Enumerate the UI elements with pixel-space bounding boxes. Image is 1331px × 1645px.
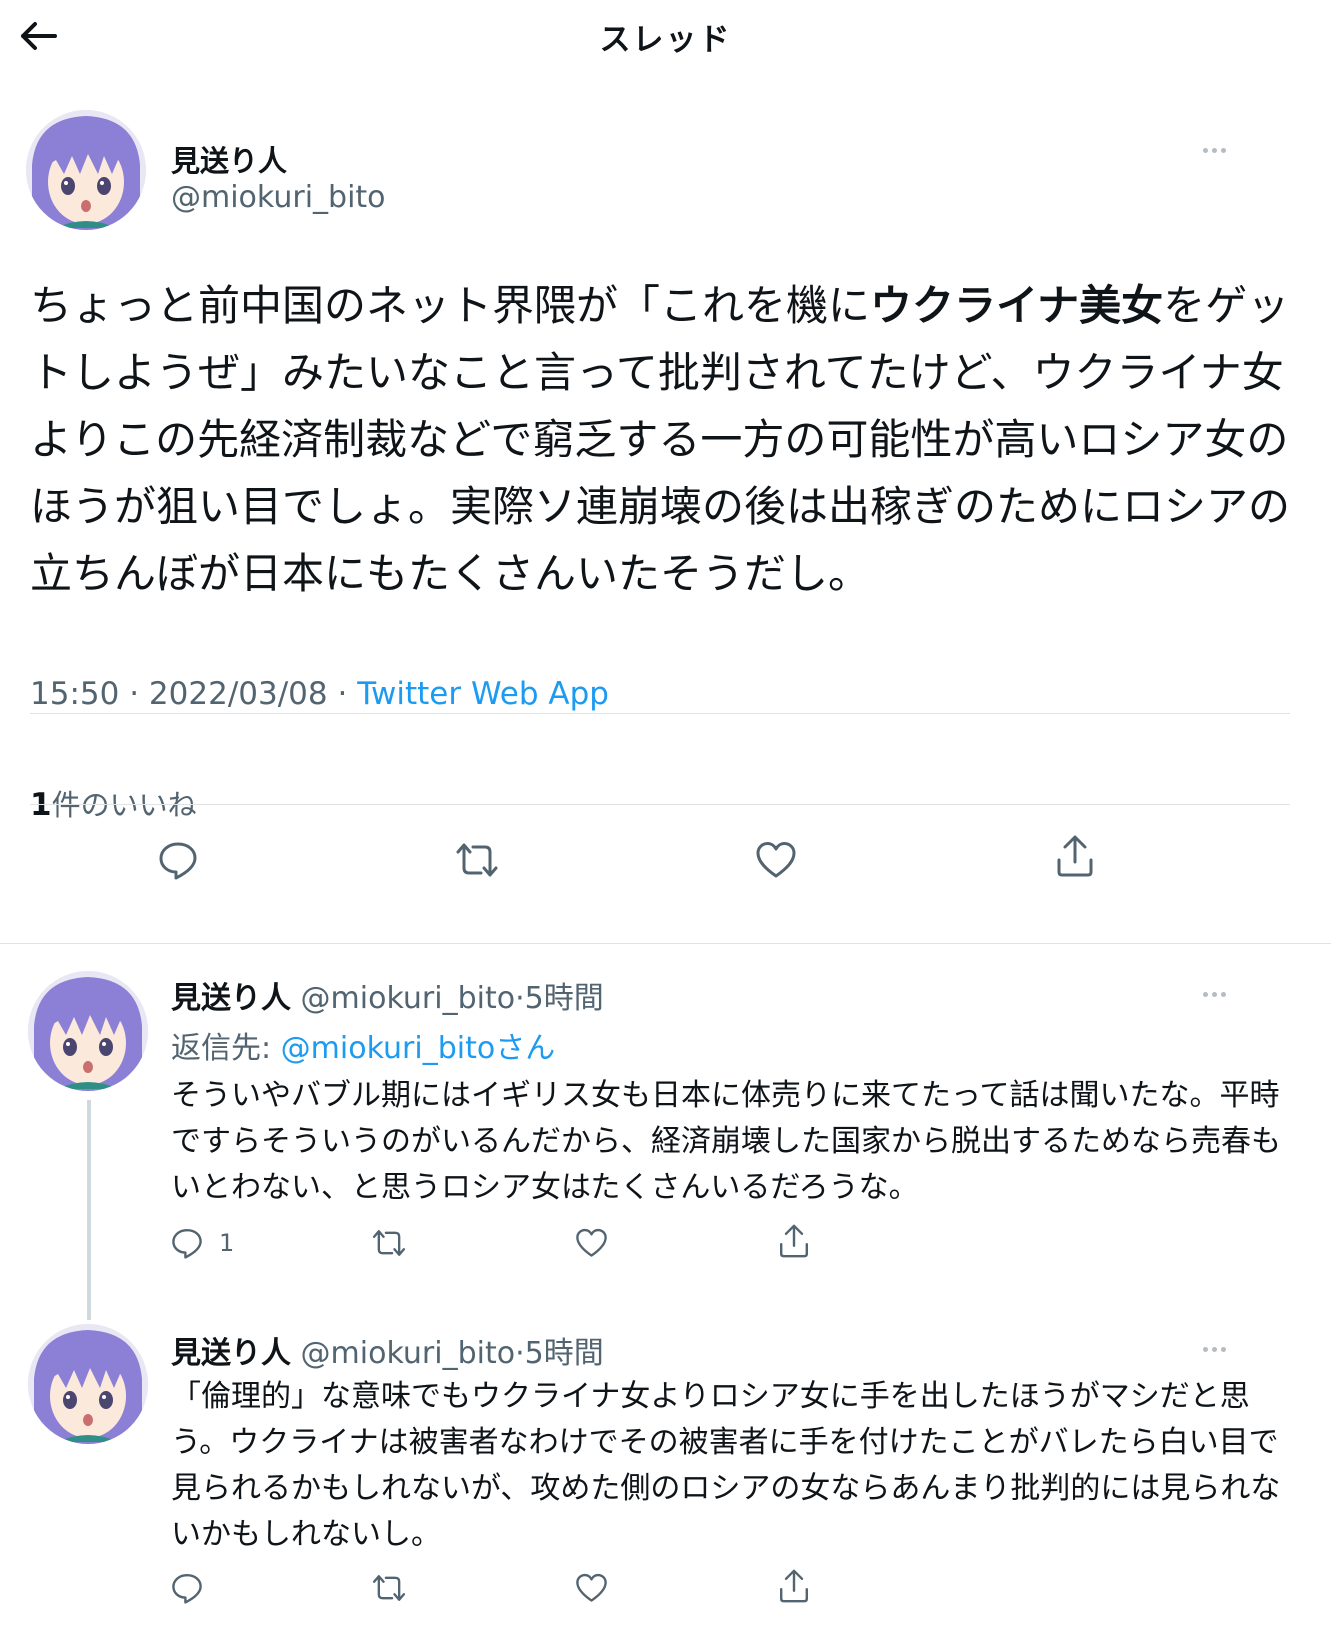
top-bar: スレッド (0, 0, 1331, 72)
display-name[interactable]: 見送り人 (171, 138, 287, 180)
tweet-meta: 15:50 · 2022/03/08 · Twitter Web App (30, 676, 609, 712)
like-button[interactable] (755, 840, 797, 880)
meta-separator: · (129, 676, 140, 712)
share-upload-icon (780, 1569, 808, 1603)
reply-header: 見送り人 @miokuri_bito·5時間 (171, 1328, 604, 1372)
share-button[interactable] (778, 1568, 810, 1604)
reply-count: 1 (219, 1229, 235, 1257)
tweet-text-part: ちょっと前中国のネット界隈が「これを機に (30, 281, 871, 330)
more-horizontal-icon (1202, 147, 1208, 153)
heart-icon (576, 1228, 607, 1257)
avatar[interactable] (28, 1324, 148, 1444)
meta-separator: · (337, 676, 348, 712)
more-button[interactable] (1194, 979, 1234, 1009)
reply-to-mention[interactable]: @miokuri_bito (281, 1031, 496, 1066)
retweet-icon (372, 1230, 406, 1256)
retweet-icon (372, 1575, 406, 1601)
retweet-button[interactable] (371, 1572, 407, 1604)
likes-summary[interactable]: 1件のいいね (30, 782, 197, 824)
tweet-text: ちょっと前中国のネット界隈が「これを機にウクライナ美女をゲットしようぜ」みたいな… (30, 272, 1300, 607)
retweet-button[interactable] (371, 1227, 407, 1259)
meta-separator: · (515, 1336, 525, 1371)
more-horizontal-icon (1202, 991, 1208, 997)
like-button[interactable] (575, 1227, 608, 1259)
reply-text: 「倫理的」な意味でもウクライナ女よりロシア女に手を出したほうがマシだと思う。ウク… (171, 1379, 1281, 1552)
tweet-text-bold: ウクライナ美女 (870, 281, 1164, 330)
reply-button[interactable] (158, 840, 198, 880)
divider (30, 804, 1290, 805)
share-upload-icon (780, 1224, 808, 1258)
avatar-image (28, 1324, 148, 1444)
more-button[interactable] (1194, 1334, 1234, 1364)
tweet-source-link[interactable]: Twitter Web App (357, 676, 609, 712)
reply-button[interactable] (171, 1572, 203, 1604)
meta-separator: · (515, 981, 525, 1016)
tweet-date[interactable]: 2022/03/08 (149, 676, 328, 712)
reply-header: 見送り人 @miokuri_bito·5時間 (171, 973, 604, 1017)
heart-icon (756, 842, 796, 878)
speech-bubble-icon (172, 1229, 202, 1259)
likes-label: 件のいいね (51, 788, 197, 822)
like-button[interactable] (575, 1572, 608, 1604)
display-name[interactable]: 見送り人 (171, 1336, 291, 1371)
likes-count: 1 (30, 787, 52, 823)
avatar-image (26, 110, 146, 230)
share-upload-icon (1057, 835, 1093, 877)
share-button[interactable] (1055, 834, 1095, 878)
avatar-image (28, 971, 148, 1091)
page-title: スレッド (599, 22, 732, 58)
reply-to-label: 返信先: (171, 1031, 281, 1066)
reply-to-suffix: さん (495, 1031, 556, 1066)
more-horizontal-icon (1202, 1346, 1208, 1352)
avatar[interactable] (26, 110, 146, 230)
reply-tweet: 見送り人 @miokuri_bito·5時間 返信先: @miokuri_bit… (0, 943, 1331, 1293)
reply-text: そういやバブル期にはイギリス女も日本に体売りに来てたって話は聞いたな。平時ですら… (171, 1078, 1281, 1205)
speech-bubble-icon (172, 1574, 202, 1604)
heart-icon (576, 1573, 607, 1602)
divider (30, 713, 1290, 714)
reply-to: 返信先: @miokuri_bitoさん (171, 1023, 555, 1067)
tweet-time[interactable]: 5時間 (525, 1336, 604, 1371)
tweet-time[interactable]: 15:50 (30, 676, 119, 712)
avatar[interactable] (28, 971, 148, 1091)
retweet-button[interactable] (454, 840, 500, 880)
more-button[interactable] (1194, 135, 1234, 165)
display-name[interactable]: 見送り人 (171, 981, 291, 1016)
reply-tweet: 見送り人 @miokuri_bito·5時間 「倫理的」な意味でもウクライナ女よ… (0, 1300, 1331, 1645)
user-handle[interactable]: @miokuri_bito (301, 1336, 516, 1371)
tweet-time[interactable]: 5時間 (525, 981, 604, 1016)
reply-button[interactable]: 1 (171, 1227, 234, 1259)
user-handle[interactable]: @miokuri_bito (301, 981, 516, 1016)
main-tweet-actions (0, 835, 1331, 900)
retweet-icon (456, 843, 498, 877)
user-handle[interactable]: @miokuri_bito (171, 180, 386, 215)
share-button[interactable] (778, 1223, 810, 1259)
speech-bubble-icon (159, 842, 197, 880)
